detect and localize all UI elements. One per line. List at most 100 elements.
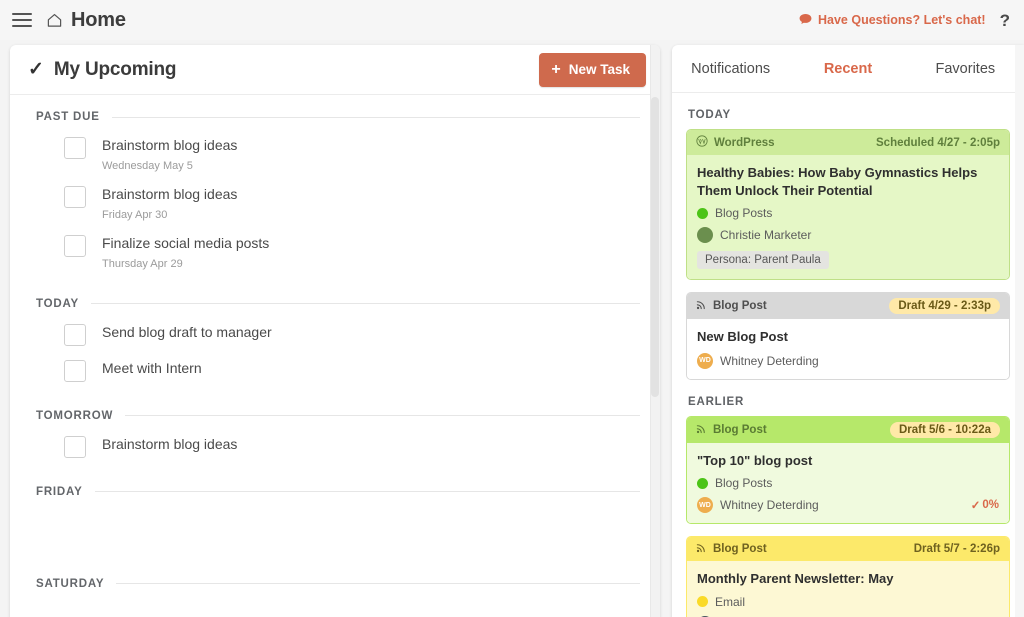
task-due-date: Wednesday May 5 bbox=[102, 159, 193, 172]
wordpress-icon bbox=[696, 135, 708, 150]
category-label: Email bbox=[715, 594, 746, 609]
task-checkbox[interactable] bbox=[64, 234, 86, 257]
task-checkbox[interactable] bbox=[64, 323, 86, 346]
notification-group-label: EARLIER bbox=[688, 395, 745, 408]
left-panel-scroll-thumb[interactable] bbox=[651, 97, 659, 397]
left-panel-scrollbar[interactable] bbox=[650, 45, 660, 617]
task-name: Finalize social media posts bbox=[102, 234, 270, 251]
notification-card[interactable]: Blog Post Draft 5/7 - 2:26p Monthly Parent… bbox=[686, 536, 1010, 617]
task-section-header: PAST DUE bbox=[36, 111, 640, 123]
notification-category: Blog Posts bbox=[697, 206, 999, 220]
section-divider bbox=[94, 491, 640, 493]
right-panel-scrollbar[interactable] bbox=[1015, 45, 1024, 617]
notification-source: Blog Post bbox=[696, 542, 767, 556]
section-divider bbox=[111, 116, 640, 118]
task-checkbox[interactable] bbox=[64, 137, 86, 159]
avatar: WD bbox=[697, 497, 713, 514]
task-row[interactable]: Brainstorm blog ideas bbox=[36, 428, 640, 464]
completion-value: 0% bbox=[982, 499, 999, 512]
task-section-header: FRIDAY bbox=[36, 486, 640, 498]
task-list[interactable]: PAST DUE Brainstorm blog ideas Wednesday M… bbox=[10, 95, 660, 617]
task-row[interactable]: Send blog draft to manager bbox=[36, 316, 640, 352]
topbar-actions: Have Questions? Let's chat! ? bbox=[799, 12, 1010, 29]
task-text: Send blog draft to manager bbox=[102, 322, 272, 342]
persona-tag: Persona: Parent Paula bbox=[697, 251, 829, 270]
tab-recent[interactable]: Recent bbox=[789, 61, 906, 77]
rss-icon bbox=[696, 299, 707, 313]
task-name: Meet with Intern bbox=[102, 359, 202, 376]
task-section-header: TOMORROW bbox=[36, 410, 640, 422]
new-task-label: New Task bbox=[568, 62, 630, 77]
help-icon[interactable]: ? bbox=[1000, 12, 1010, 29]
task-text: Brainstorm blog ideas Friday Apr 30 bbox=[102, 184, 237, 221]
notification-card-header: Blog Post Draft 5/7 - 2:26p bbox=[687, 537, 1009, 562]
notifications-list[interactable]: TODAY WordPress Scheduled 4/27 - 2:05p Heal… bbox=[672, 93, 1024, 617]
task-name: Brainstorm blog ideas bbox=[102, 137, 238, 153]
category-dot-icon bbox=[697, 477, 708, 489]
section-divider bbox=[116, 583, 640, 585]
category-label: Blog Posts bbox=[715, 476, 773, 491]
task-checkbox[interactable] bbox=[64, 359, 86, 382]
category-label: Blog Posts bbox=[715, 206, 773, 221]
task-text: Brainstorm blog ideas Wednesday May 5 bbox=[102, 135, 237, 172]
my-upcoming-header: ✓ My Upcoming + New Task bbox=[10, 45, 660, 95]
task-row[interactable]: Finalize social media posts Thursday Apr … bbox=[36, 227, 640, 276]
check-icon: ✓ bbox=[970, 500, 981, 513]
author-name: Whitney Deterding bbox=[720, 498, 819, 513]
notification-card[interactable]: Blog Post Draft 5/6 - 10:22a "Top 10" blog… bbox=[686, 415, 1010, 525]
avatar bbox=[697, 227, 713, 244]
task-row[interactable]: Brainstorm blog ideas Wednesday May 5 bbox=[36, 129, 640, 178]
notification-author-row: WD Whitney Deterding ✓ 0% bbox=[697, 497, 999, 514]
avatar: WD bbox=[697, 352, 713, 369]
notification-source: WordPress bbox=[696, 135, 775, 150]
notifications-tabs: Notifications Recent Favorites bbox=[672, 45, 1024, 93]
notification-title: Monthly Parent Newsletter: May bbox=[697, 571, 894, 587]
tab-favorites[interactable]: Favorites bbox=[907, 61, 1024, 77]
rss-icon bbox=[696, 423, 707, 437]
task-checkbox[interactable] bbox=[64, 185, 86, 208]
notification-card-body: Monthly Parent Newsletter: MayEmailKelse… bbox=[687, 561, 1009, 617]
chat-link[interactable]: Have Questions? Let's chat! bbox=[799, 13, 986, 28]
main-stage: ✓ My Upcoming + New Task PAST DUE Brainst… bbox=[0, 40, 1024, 617]
tab-notifications[interactable]: Notifications bbox=[672, 61, 789, 77]
notification-source-label: Blog Post bbox=[713, 543, 767, 556]
task-checkbox[interactable] bbox=[64, 435, 86, 458]
task-section-label: TOMORROW bbox=[36, 409, 114, 422]
category-dot-icon bbox=[697, 207, 708, 219]
task-section-label: FRIDAY bbox=[36, 485, 83, 498]
author-name: Whitney Deterding bbox=[720, 353, 819, 368]
new-task-button[interactable]: + New Task bbox=[539, 52, 646, 87]
notification-card-header: Blog Post Draft 4/29 - 2:33p bbox=[687, 293, 1009, 320]
notification-card-header: WordPress Scheduled 4/27 - 2:05p bbox=[687, 130, 1009, 155]
notification-category: Blog Posts bbox=[697, 476, 999, 490]
rss-icon bbox=[696, 542, 707, 556]
notification-source-label: Blog Post bbox=[713, 423, 767, 436]
task-row[interactable]: Brainstorm blog ideas Friday Apr 30 bbox=[36, 178, 640, 227]
notification-author-row: Christie Marketer bbox=[697, 227, 999, 244]
notifications-panel: Notifications Recent Favorites TODAY WordPr… bbox=[672, 45, 1024, 617]
task-text: Meet with Intern bbox=[102, 358, 202, 378]
chat-bubble-icon bbox=[799, 13, 812, 28]
hamburger-icon[interactable] bbox=[12, 13, 32, 27]
notification-card-body: New Blog Post WD Whitney Deterding bbox=[687, 319, 1009, 379]
task-section-label: TODAY bbox=[36, 297, 79, 310]
notification-card[interactable]: Blog Post Draft 4/29 - 2:33p New Blog Post… bbox=[686, 292, 1010, 380]
plus-icon: + bbox=[551, 60, 561, 78]
task-section-label: SATURDAY bbox=[36, 577, 105, 590]
empty-section-spacer bbox=[36, 596, 640, 617]
notification-title: New Blog Post bbox=[697, 329, 789, 345]
completion-percent: ✓ 0% bbox=[971, 498, 999, 512]
notification-source-label: WordPress bbox=[714, 136, 775, 149]
notification-source: Blog Post bbox=[696, 299, 767, 313]
task-row[interactable]: Meet with Intern bbox=[36, 352, 640, 388]
notification-card-header: Blog Post Draft 5/6 - 10:22a bbox=[687, 416, 1009, 443]
category-dot-icon bbox=[697, 596, 708, 608]
notification-card[interactable]: WordPress Scheduled 4/27 - 2:05p Healthy B… bbox=[686, 129, 1010, 281]
notification-status: Scheduled 4/27 - 2:05p bbox=[876, 136, 1000, 149]
task-section-header: TODAY bbox=[36, 298, 640, 310]
home-icon[interactable] bbox=[46, 12, 63, 29]
notification-source-label: Blog Post bbox=[713, 300, 767, 313]
task-due-date: Friday Apr 30 bbox=[102, 208, 168, 221]
notification-card-body: Healthy Babies: How Baby Gymnastics Help… bbox=[687, 155, 1009, 280]
notification-status: Draft 5/6 - 10:22a bbox=[889, 421, 1000, 438]
